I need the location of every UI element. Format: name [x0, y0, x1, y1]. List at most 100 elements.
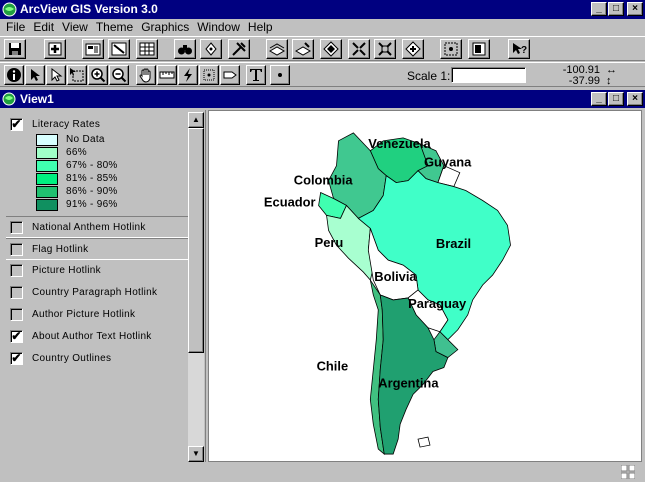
find-icon: [178, 45, 192, 55]
scroll-thumb[interactable]: [188, 128, 204, 353]
pan-icon: [139, 68, 151, 83]
theme-label: Country Outlines: [32, 353, 112, 364]
theme-label: Author Picture Hotlink: [32, 309, 136, 320]
close-button[interactable]: ×: [627, 2, 643, 16]
theme-country-outlines[interactable]: ✔ Country Outlines: [6, 352, 190, 370]
menu-window[interactable]: Window: [194, 19, 245, 36]
open-table-button[interactable]: [136, 39, 158, 59]
identify-tool[interactable]: [4, 65, 24, 85]
minimize-button[interactable]: _: [591, 2, 607, 16]
theme-label: About Author Text Hotlink: [32, 331, 152, 342]
theme-literacy-rates[interactable]: ✔ Literacy Rates No Data 66% 67% - 80% 8…: [6, 118, 190, 218]
menu-help[interactable]: Help: [245, 19, 278, 36]
find-button[interactable]: [174, 39, 196, 59]
zoom-out-button[interactable]: [374, 39, 396, 59]
edit-legend-button[interactable]: [108, 39, 130, 59]
select-feature-tool[interactable]: [67, 65, 87, 85]
layout-button[interactable]: [468, 39, 490, 59]
button-bar: ?: [0, 36, 645, 61]
vertex-edit-icon: [51, 67, 63, 82]
text-icon: [250, 69, 262, 81]
theme-author-picture-hotlink[interactable]: Author Picture Hotlink: [6, 308, 190, 326]
falkland-islands[interactable]: [417, 436, 431, 448]
legend-swatch: [36, 199, 58, 211]
coordinate-readout: -100.91 -37.99: [555, 65, 600, 87]
edit-legend-icon: [111, 42, 127, 56]
scale-label: Scale 1:: [407, 69, 451, 83]
query-builder-button[interactable]: [228, 39, 250, 59]
save-button[interactable]: [4, 39, 26, 59]
select-by-theme-button[interactable]: [440, 39, 462, 59]
menu-bar: File Edit View Theme Graphics Window Hel…: [0, 19, 645, 36]
save-icon: [9, 43, 21, 55]
scale-input[interactable]: [451, 67, 526, 83]
theme-about-author-text-hotlink[interactable]: ✔ About Author Text Hotlink: [6, 330, 190, 348]
zoom-out-tool[interactable]: [109, 65, 129, 85]
zoom-active-themes-button[interactable]: [292, 39, 314, 59]
text-tool[interactable]: [246, 65, 266, 85]
theme-flag-hotlink[interactable]: Flag Hotlink: [6, 238, 190, 260]
locate-address-button[interactable]: [200, 39, 222, 59]
zoom-previous-button[interactable]: [402, 39, 424, 59]
hotlink-tool[interactable]: [178, 65, 198, 85]
theme-properties-button[interactable]: [82, 39, 104, 59]
theme-visibility-checkbox[interactable]: [10, 264, 23, 277]
select-feature-icon: [70, 68, 84, 82]
y-coordinate: -37.99: [568, 75, 600, 87]
scroll-up-button[interactable]: ▲: [188, 112, 204, 128]
south-america-map[interactable]: Venezuela Guyana Colombia Ecuador Peru B…: [209, 111, 641, 461]
label-venezuela: Venezuela: [368, 136, 431, 151]
view-maximize-button[interactable]: □: [608, 92, 624, 106]
help-icon: ?: [513, 43, 527, 56]
theme-visibility-checkbox[interactable]: [10, 243, 23, 256]
label-chile: Chile: [317, 359, 349, 374]
view-title: View1: [20, 92, 54, 106]
add-theme-icon: [48, 42, 62, 56]
view-minimize-button[interactable]: _: [591, 92, 607, 106]
theme-national-anthem-hotlink[interactable]: National Anthem Hotlink: [6, 216, 190, 238]
zoom-full-extent-button[interactable]: [266, 39, 288, 59]
help-button[interactable]: ?: [508, 39, 530, 59]
pan-tool[interactable]: [136, 65, 156, 85]
pointer-tool[interactable]: [25, 65, 45, 85]
theme-visibility-checkbox[interactable]: [10, 308, 23, 321]
menu-view[interactable]: View: [59, 19, 93, 36]
draw-point-tool[interactable]: [270, 65, 290, 85]
identify-icon: [7, 68, 21, 82]
zoom-in-tool-icon: [91, 68, 106, 83]
select-by-theme-icon: [444, 42, 458, 56]
map-display[interactable]: Venezuela Guyana Colombia Ecuador Peru B…: [208, 110, 642, 462]
legend-swatch: [36, 186, 58, 198]
zoom-in-tool[interactable]: [88, 65, 108, 85]
scroll-down-button[interactable]: ▼: [188, 446, 204, 462]
zoom-in-button[interactable]: [348, 39, 370, 59]
menu-graphics[interactable]: Graphics: [138, 19, 194, 36]
measure-tool[interactable]: [157, 65, 177, 85]
vertex-edit-tool[interactable]: [46, 65, 66, 85]
app-title: ArcView GIS Version 3.0: [20, 2, 158, 16]
view-close-button[interactable]: ×: [627, 92, 643, 106]
view-window-title-bar: View1 _ □ ×: [0, 90, 645, 108]
maximize-button[interactable]: □: [608, 2, 624, 16]
theme-picture-hotlink[interactable]: Picture Hotlink: [6, 264, 190, 282]
theme-visibility-checkbox[interactable]: [10, 286, 23, 299]
theme-visibility-checkbox[interactable]: [10, 221, 23, 234]
menu-theme[interactable]: Theme: [93, 19, 138, 36]
measure-icon: [159, 71, 175, 79]
theme-visibility-checkbox[interactable]: ✔: [10, 118, 23, 131]
status-bar: [0, 462, 645, 482]
toc-scrollbar[interactable]: ▲ ▼: [188, 112, 204, 462]
zoom-selected-button[interactable]: [320, 39, 342, 59]
menu-edit[interactable]: Edit: [30, 19, 59, 36]
label-tool[interactable]: [220, 65, 240, 85]
label-ecuador: Ecuador: [264, 194, 316, 209]
theme-country-paragraph-hotlink[interactable]: Country Paragraph Hotlink: [6, 286, 190, 304]
label-peru: Peru: [315, 235, 344, 250]
vertical-arrows-icon: ↕: [606, 75, 612, 87]
resize-grip-icon[interactable]: [621, 465, 635, 479]
menu-file[interactable]: File: [3, 19, 30, 36]
area-of-interest-tool[interactable]: [199, 65, 219, 85]
theme-visibility-checkbox[interactable]: ✔: [10, 352, 23, 365]
add-theme-button[interactable]: [44, 39, 66, 59]
theme-visibility-checkbox[interactable]: ✔: [10, 330, 23, 343]
